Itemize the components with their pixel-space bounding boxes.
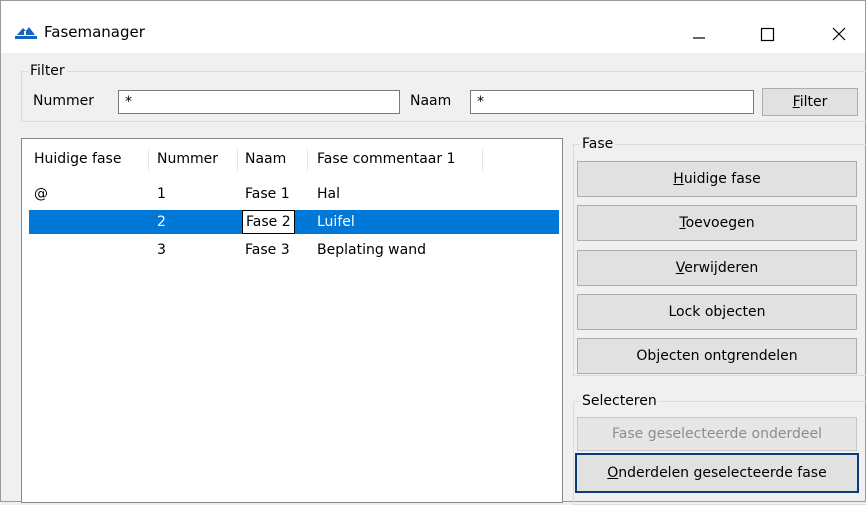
maximize-button[interactable]	[745, 15, 789, 53]
fase-geselecteerde-onderdeel-button[interactable]: Fase geselecteerde onderdeel	[577, 417, 857, 451]
filter-legend: Filter	[30, 63, 65, 79]
row-huidige-fase: @	[34, 186, 48, 202]
verwijderen-label: Verwijderen	[675, 260, 759, 276]
row-nummer: 3	[157, 242, 166, 258]
objecten-ontgrendelen-label: Objecten ontgrendelen	[636, 348, 798, 364]
nummer-input[interactable]: *	[118, 90, 400, 114]
column-header-fase-commentaar[interactable]: Fase commentaar 1	[317, 147, 456, 171]
row-nummer: 1	[157, 186, 166, 202]
lock-objecten-button[interactable]: Lock objecten	[577, 294, 857, 330]
minimize-button[interactable]	[677, 15, 721, 53]
row-commentaar: Beplating wand	[317, 242, 426, 258]
onderdelen-geselecteerde-fase-button[interactable]: Onderdelen geselecteerde fase	[575, 453, 859, 493]
lock-objecten-label: Lock objecten	[668, 304, 766, 320]
verwijderen-button[interactable]: Verwijderen	[577, 250, 857, 286]
maximize-icon	[760, 27, 775, 42]
column-header-huidige-fase[interactable]: Huidige fase	[34, 147, 121, 171]
toevoegen-label: Toevoegen	[679, 215, 755, 231]
list-row-selected[interactable]: 2 Fase 2 Luifel	[29, 210, 559, 234]
row-naam: Fase 1	[245, 186, 290, 202]
row-nummer: 2	[157, 214, 166, 230]
onderdelen-geselecteerde-fase-label: Onderdelen geselecteerde fase	[607, 465, 827, 481]
objecten-ontgrendelen-button[interactable]: Objecten ontgrendelen	[577, 338, 857, 374]
window-title: Fasemanager	[44, 23, 145, 41]
row-commentaar: Hal	[317, 186, 340, 202]
naam-label: Naam	[410, 93, 452, 109]
column-header-nummer[interactable]: Nummer	[157, 147, 218, 171]
row-naam-edit-field[interactable]: Fase 2	[242, 210, 295, 234]
selecteren-legend: Selecteren	[582, 393, 657, 409]
fasemanager-app-icon	[15, 27, 37, 39]
close-icon	[832, 27, 846, 41]
row-commentaar: Luifel	[317, 214, 355, 230]
fase-list[interactable]: Huidige fase Nummer Naam Fase commentaar…	[21, 138, 563, 503]
filter-button-label: Filter	[792, 94, 828, 110]
minimize-icon	[693, 37, 705, 39]
row-naam: Fase 3	[245, 242, 290, 258]
naam-input[interactable]: *	[470, 90, 754, 114]
huidige-fase-button[interactable]: Huidige fase	[577, 161, 857, 197]
fase-legend: Fase	[582, 136, 614, 152]
list-row[interactable]: @ 1 Fase 1 Hal	[22, 182, 562, 206]
filter-button[interactable]: Filter	[762, 88, 858, 116]
list-row[interactable]: 3 Fase 3 Beplating wand	[22, 238, 562, 262]
title-bar[interactable]: Fasemanager	[1, 1, 865, 53]
list-header: Huidige fase Nummer Naam Fase commentaar…	[22, 147, 562, 171]
close-button[interactable]	[817, 15, 861, 53]
toevoegen-button[interactable]: Toevoegen	[577, 205, 857, 241]
fasemanager-window: Fasemanager Filter Nummer * Naam * Filte…	[0, 0, 866, 505]
column-header-naam[interactable]: Naam	[245, 147, 286, 171]
huidige-fase-label: Huidige fase	[673, 171, 761, 187]
fase-geselecteerde-onderdeel-label: Fase geselecteerde onderdeel	[612, 426, 822, 442]
nummer-label: Nummer	[33, 93, 94, 109]
